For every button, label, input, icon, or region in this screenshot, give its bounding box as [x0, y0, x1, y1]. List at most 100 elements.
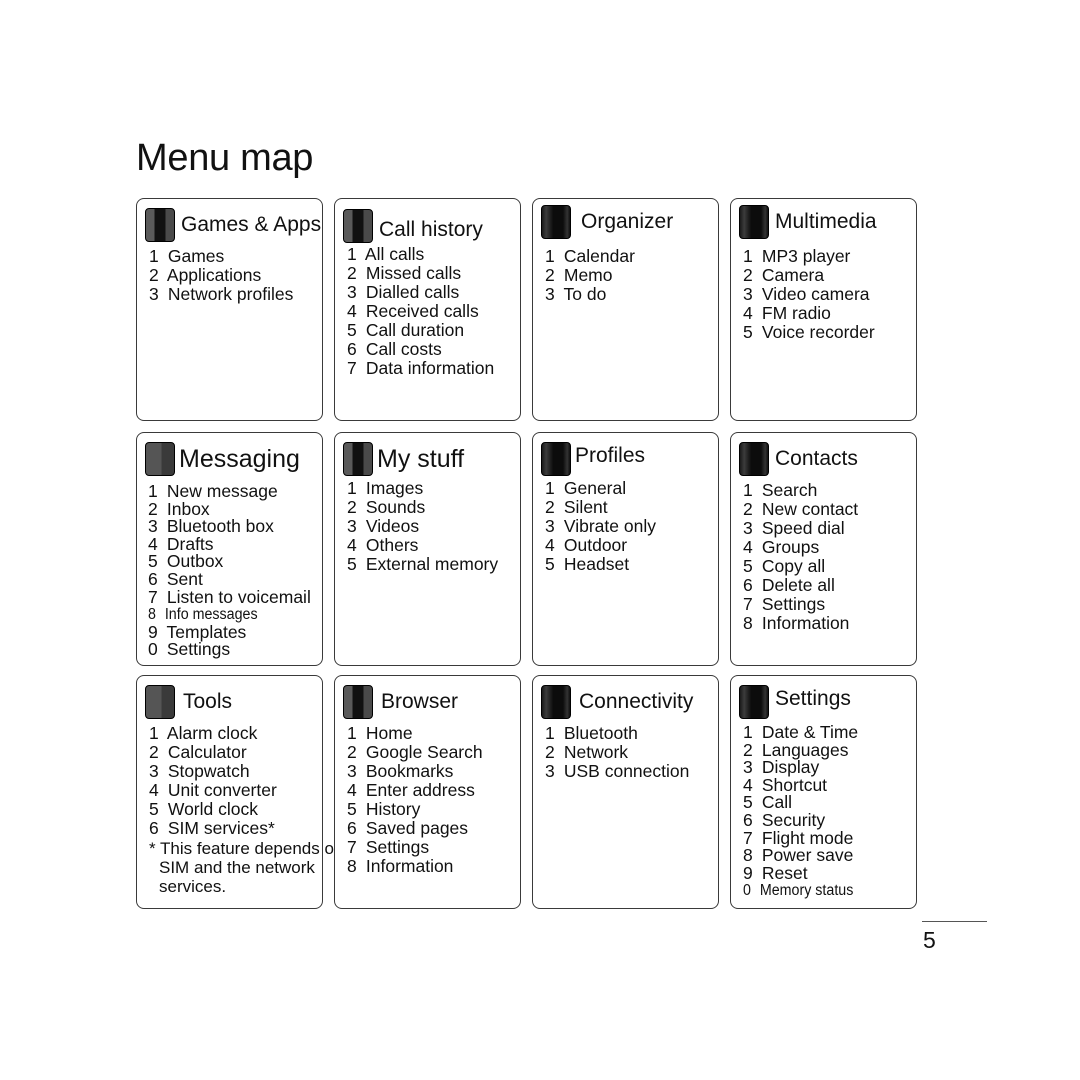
menu-item-number: 2	[149, 742, 159, 762]
call-history-icon	[343, 209, 373, 243]
menu-item: 1 All calls	[347, 245, 494, 264]
menu-item-label: Groups	[761, 537, 820, 557]
menu-item-label: FM radio	[761, 303, 831, 323]
card-title: Settings	[775, 687, 851, 710]
menu-item: 3 Videos	[347, 517, 498, 536]
menu-item-label: Applications	[166, 265, 262, 285]
menu-item-label: Dialled calls	[365, 282, 460, 302]
card-header: Profiles	[541, 442, 645, 476]
menu-item: 1 Bluetooth	[545, 724, 689, 743]
menu-item-label: Games	[167, 246, 225, 266]
menu-item-number: 2	[545, 497, 555, 517]
menu-item: 3 Speed dial	[743, 519, 858, 538]
menu-item-label: Home	[365, 723, 413, 743]
menu-item-number: 1	[148, 481, 158, 501]
menu-item-label: Speed dial	[761, 518, 845, 538]
menu-item-label: Copy all	[761, 556, 826, 576]
menu-items: 1 Search 2 New contact 3 Speed dial 4 Group…	[743, 481, 858, 633]
menu-item: 1 Images	[347, 479, 498, 498]
settings-icon	[739, 685, 769, 719]
menu-items: 1 Home 2 Google Search 3 Bookmarks 4 Enter …	[347, 724, 483, 876]
connectivity-icon	[541, 685, 571, 719]
card-title: Organizer	[581, 210, 674, 233]
menu-item-number: 6	[743, 575, 753, 595]
menu-item-number: 2	[347, 742, 357, 762]
card-header: Call history	[343, 209, 483, 243]
menu-item-number: 5	[347, 320, 357, 340]
menu-item: 2 Camera	[743, 266, 875, 285]
menu-item-label: Call costs	[365, 339, 442, 359]
menu-item: 6 Call costs	[347, 340, 494, 359]
menu-item: 5 Call duration	[347, 321, 494, 340]
menu-item-number: 4	[545, 535, 555, 555]
menu-card-organizer: Organizer 1 Calendar 2 Memo 3 To do	[532, 198, 719, 421]
menu-item: 2 Applications	[149, 266, 293, 285]
menu-item-number: 8	[743, 613, 753, 633]
card-title: Call history	[379, 218, 483, 241]
menu-item-label: Saved pages	[365, 818, 469, 838]
menu-item: 2 Missed calls	[347, 264, 494, 283]
menu-card-connectivity: Connectivity 1 Bluetooth 2 Network 3 USB c…	[532, 675, 719, 909]
footnote-line: SIM and the network	[159, 858, 315, 877]
menu-item-label: Calculator	[167, 742, 247, 762]
menu-item-label: Settings	[166, 639, 231, 660]
menu-item-number: 3	[743, 284, 753, 304]
profiles-icon	[541, 442, 571, 476]
menu-item: 8 Information	[347, 857, 483, 876]
menu-item-label: Images	[365, 478, 424, 498]
menu-item-number: 3	[545, 516, 555, 536]
menu-item: 5 World clock	[149, 800, 277, 819]
menu-item: 3 Vibrate only	[545, 517, 656, 536]
menu-item-label: General	[563, 478, 627, 498]
menu-items: 1 New message 2 Inbox 3 Bluetooth box 4 Dra…	[148, 481, 311, 660]
menu-item-number: 5	[743, 322, 753, 342]
menu-item-number: 6	[743, 809, 753, 830]
menu-item-label: Network	[563, 742, 629, 762]
menu-item-number: 0	[148, 639, 158, 660]
menu-item-label: Info messages	[164, 606, 258, 624]
menu-item-number: 0	[743, 882, 751, 900]
menu-item: 1 General	[545, 479, 656, 498]
menu-item: 7 Settings	[743, 595, 858, 614]
menu-item: 5 External memory	[347, 555, 498, 574]
menu-item-label: New contact	[761, 499, 859, 519]
menu-item-label: USB connection	[563, 761, 690, 781]
card-title: Browser	[381, 690, 459, 713]
menu-card-games-apps: Games & Apps 1 Games 2 Applications 3 Netw…	[136, 198, 323, 421]
menu-card-profiles: Profiles 1 General 2 Silent 3 Vibrate only…	[532, 432, 719, 666]
menu-item: 2 Memo	[545, 266, 635, 285]
card-title: Games & Apps	[181, 213, 322, 236]
page-number-rule	[922, 921, 987, 922]
card-title: Multimedia	[775, 210, 877, 233]
menu-item-number: 1	[545, 478, 555, 498]
menu-item: 0 Memory status	[743, 882, 853, 900]
menu-item-label: Enter address	[365, 780, 475, 800]
menu-card-call-history: Call history 1 All calls 2 Missed calls 3 …	[334, 198, 521, 421]
menu-item-number: 4	[347, 780, 357, 800]
menu-item-label: Calendar	[563, 246, 635, 266]
menu-item-number: 6	[149, 818, 159, 838]
menu-item: 1 Alarm clock	[149, 724, 277, 743]
menu-item: 5 History	[347, 800, 483, 819]
menu-item-label: Sounds	[365, 497, 426, 517]
menu-item-label: Search	[761, 480, 818, 500]
card-header: Messaging	[145, 442, 300, 476]
menu-item-label: Unit converter	[167, 780, 277, 800]
menu-item-number: 2	[743, 499, 753, 519]
menu-item-number: 9	[743, 862, 753, 883]
menu-item: 3 Network profiles	[149, 285, 293, 304]
menu-items: 1 Calendar 2 Memo 3 To do	[545, 247, 635, 304]
menu-item: 4 Groups	[743, 538, 858, 557]
menu-item-label: Stopwatch	[167, 761, 250, 781]
browser-icon	[343, 685, 373, 719]
menu-item: 2 Network	[545, 743, 689, 762]
menu-item-number: 3	[347, 282, 357, 302]
card-header: Organizer	[541, 205, 673, 239]
menu-item-label: Headset	[563, 554, 630, 574]
menu-item-number: 1	[743, 246, 753, 266]
menu-item-label: External memory	[365, 554, 499, 574]
menu-item: 1 MP3 player	[743, 247, 875, 266]
menu-card-messaging: Messaging 1 New message 2 Inbox 3 Bluetoot…	[136, 432, 323, 666]
menu-items: 1 All calls 2 Missed calls 3 Dialled calls…	[347, 245, 494, 378]
menu-item-number: 1	[347, 723, 357, 743]
